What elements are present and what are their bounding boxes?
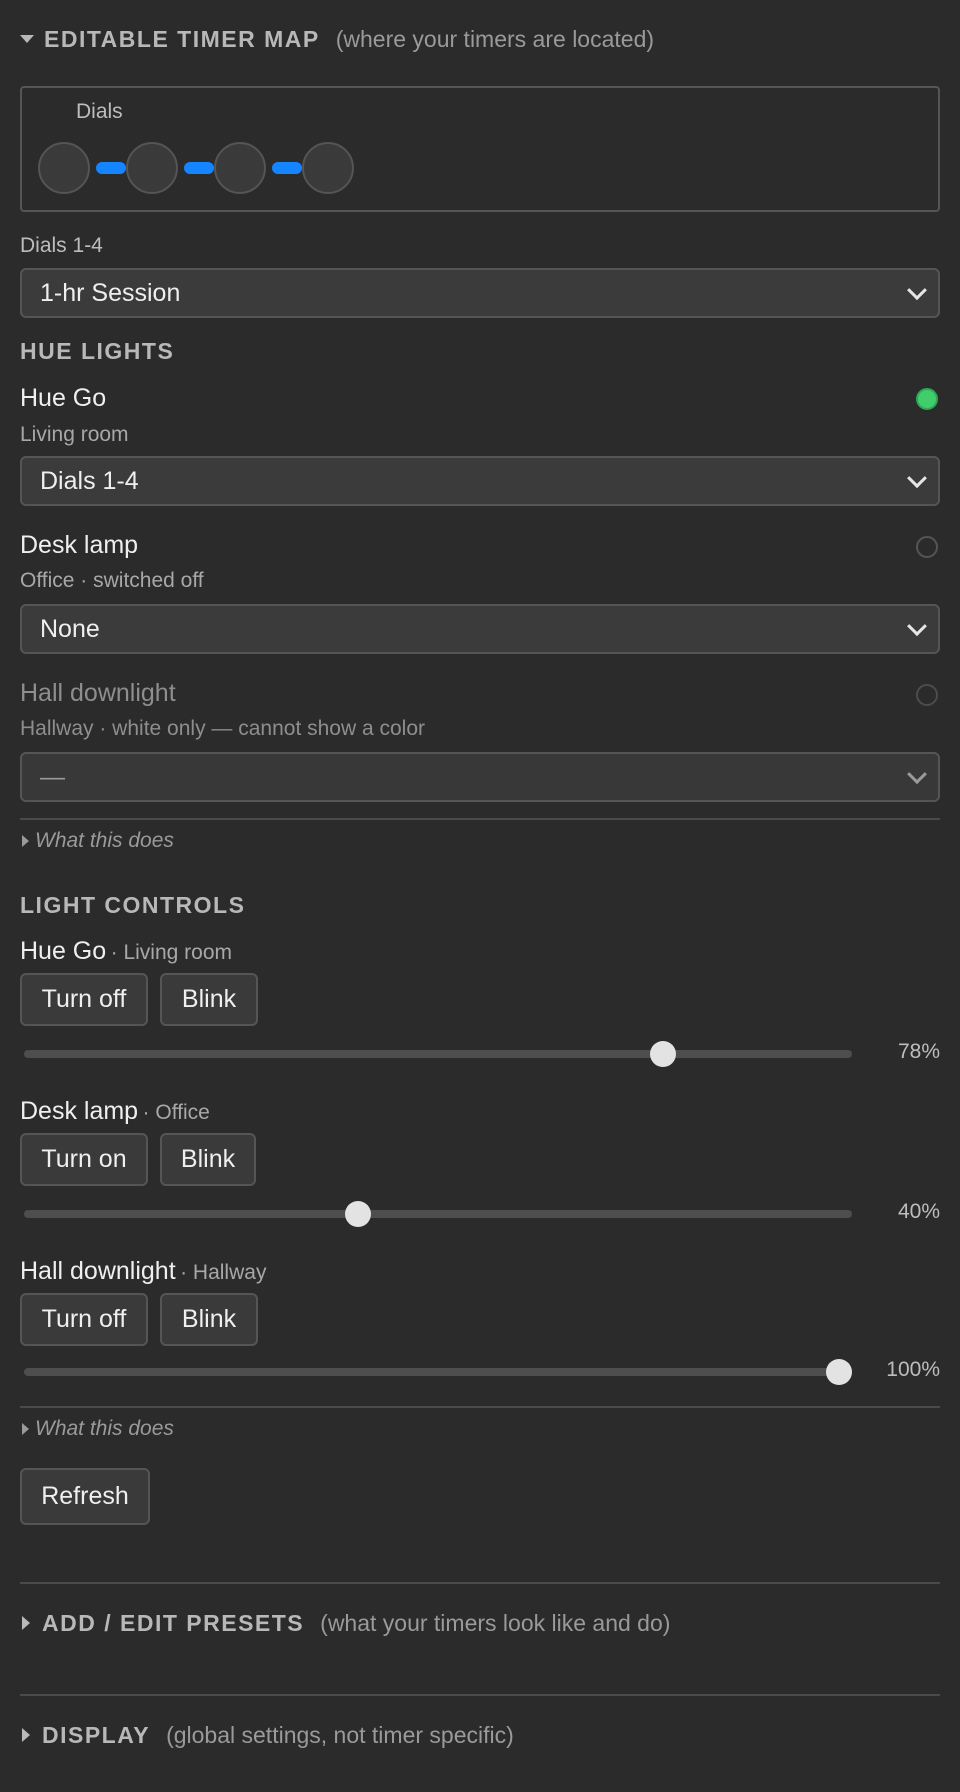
light-assignment-select-hall-downlight: — [20,752,940,802]
chevron-down-icon [907,764,927,785]
caret-right-icon [22,1728,30,1742]
toggle-button-hue-go[interactable]: Turn off [20,973,148,1026]
divider [20,818,940,820]
status-on-icon [916,388,938,410]
divider [20,1582,940,1584]
hue-lights-hint-toggle[interactable]: What this does [22,828,174,854]
brightness-slider-hall-downlight[interactable] [24,1358,852,1386]
light-controls-hint: What this does [35,1417,174,1440]
hue-lights-hint: What this does [35,829,174,852]
control-room: · Living room [110,941,233,964]
toggle-button-hall-downlight[interactable]: Turn off [20,1293,148,1346]
hue-lights-title: HUE LIGHTS [20,338,175,364]
presets-note: (what your timers look like and do) [320,1609,671,1636]
blink-button-hue-go[interactable]: Blink [160,973,258,1026]
slider-track[interactable] [24,1368,852,1376]
control-heading-hue-go: Hue Go · Living room [20,937,232,966]
presets-header[interactable]: ADD / EDIT PRESETS (what your timers loo… [22,1606,670,1640]
status-off-icon [916,536,938,558]
chevron-down-icon [907,280,927,301]
slider-track[interactable] [24,1210,852,1218]
refresh-button[interactable]: Refresh [20,1468,150,1525]
caret-down-icon [20,35,34,43]
dials-assignment-label: Dials 1-4 [20,234,103,257]
display-title: DISPLAY [42,1721,151,1748]
divider [20,1406,940,1408]
light-assignment-value: None [40,614,100,643]
control-name: Hall downlight [20,1257,176,1285]
light-name-hue-go: Hue Go [20,384,107,412]
control-heading-desk-lamp: Desk lamp · Office [20,1097,210,1126]
light-assignment-value: — [40,762,65,791]
display-note: (global settings, not timer specific) [166,1721,514,1748]
dials-group-label: Dials [76,100,123,123]
display-header[interactable]: DISPLAY (global settings, not timer spec… [22,1718,514,1752]
dial-link-2[interactable] [184,162,214,174]
control-heading-hall-downlight: Hall downlight · Hallway [20,1257,266,1286]
toggle-button-desk-lamp[interactable]: Turn on [20,1133,148,1186]
light-assignment-select-hue-go[interactable]: Dials 1-4 [20,456,940,506]
light-controls-title: LIGHT CONTROLS [20,892,246,918]
light-sub-desk-lamp: Office · switched off [20,569,204,592]
slider-thumb[interactable] [826,1359,852,1385]
brightness-value-desk-lamp: 40% [897,1200,940,1223]
blink-button-hall-downlight[interactable]: Blink [160,1293,258,1346]
slider-track[interactable] [24,1050,852,1058]
control-name: Hue Go [20,937,107,965]
dial-3[interactable] [214,142,266,194]
chevron-down-icon [907,468,927,489]
caret-right-icon [22,835,29,847]
dial-4[interactable] [302,142,354,194]
control-name: Desk lamp [20,1097,139,1125]
light-sub-hall-downlight: Hallway · white only — cannot show a col… [20,717,426,740]
dial-1[interactable] [38,142,90,194]
dial-2[interactable] [126,142,178,194]
control-room: · Office [142,1101,210,1124]
control-room: · Hallway [180,1261,267,1284]
brightness-value-hue-go: 78% [897,1040,940,1063]
light-name-hall-downlight: Hall downlight [20,679,176,707]
brightness-value-hall-downlight: 100% [886,1358,940,1381]
presets-title: ADD / EDIT PRESETS [42,1609,305,1636]
caret-right-icon [22,1616,30,1630]
timer-map-title: EDITABLE TIMER MAP [44,25,320,52]
light-name-desk-lamp: Desk lamp [20,531,139,559]
timer-map-header[interactable]: EDITABLE TIMER MAP (where your timers ar… [20,22,654,56]
timer-map-note: (where your timers are located) [335,25,655,52]
light-sub-hue-go: Living room [20,423,129,446]
divider [20,1694,940,1696]
light-assignment-value: Dials 1-4 [40,466,139,495]
slider-thumb[interactable] [649,1041,676,1067]
dials-preset-value: 1-hr Session [40,278,181,307]
dial-link-3[interactable] [272,162,302,174]
brightness-slider-desk-lamp[interactable] [24,1200,852,1228]
brightness-slider-hue-go[interactable] [24,1040,852,1068]
slider-thumb[interactable] [344,1201,371,1227]
caret-right-icon [22,1423,29,1435]
chevron-down-icon [907,616,927,637]
dial-link-1[interactable] [96,162,126,174]
light-controls-hint-toggle[interactable]: What this does [22,1416,174,1442]
status-off-icon [916,684,938,706]
dials-preset-select[interactable]: 1-hr Session [20,268,940,318]
dials-group: Dials [20,86,940,212]
light-assignment-select-desk-lamp[interactable]: None [20,604,940,654]
blink-button-desk-lamp[interactable]: Blink [160,1133,256,1186]
